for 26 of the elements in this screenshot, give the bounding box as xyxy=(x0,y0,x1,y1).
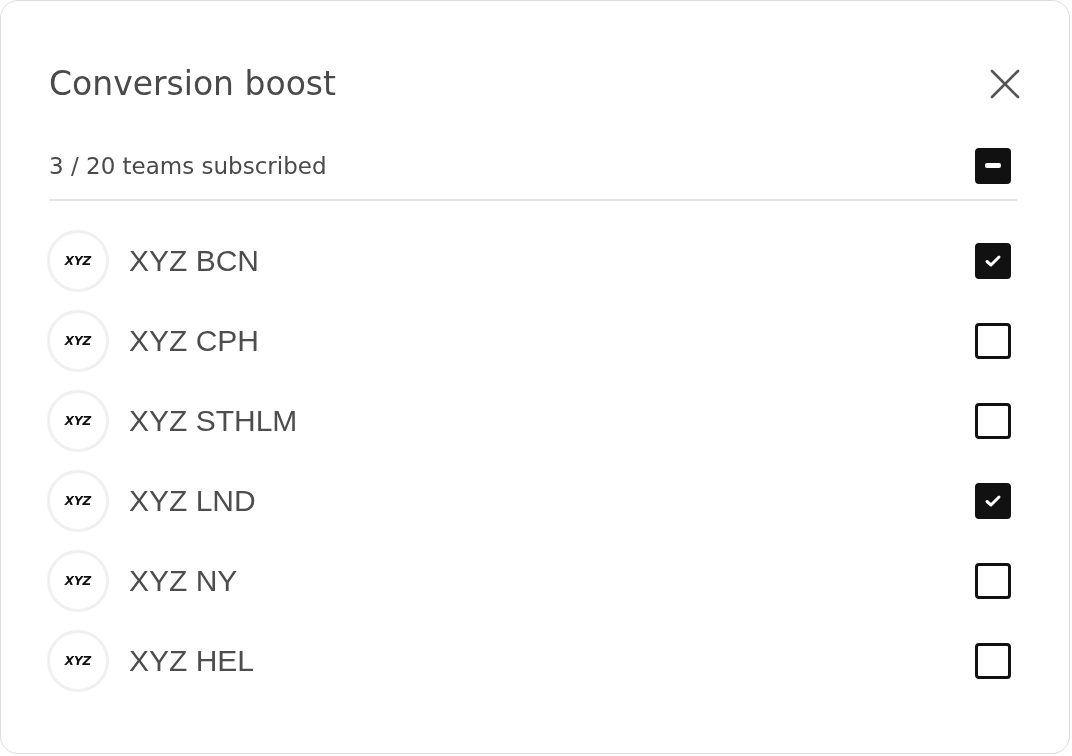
checkbox[interactable] xyxy=(975,243,1011,279)
team-name: XYZ LND xyxy=(129,484,257,518)
checkbox[interactable] xyxy=(975,563,1011,599)
checkbox[interactable] xyxy=(975,323,1011,359)
team-name: XYZ STHLM xyxy=(129,404,299,438)
checkbox[interactable] xyxy=(975,483,1011,519)
team-name: XYZ CPH xyxy=(129,324,261,358)
team-logo: XYZ xyxy=(47,470,109,532)
checkbox[interactable] xyxy=(975,403,1011,439)
team-logo: XYZ xyxy=(47,310,109,372)
team-logo: XYZ xyxy=(47,550,109,612)
team-name: XYZ NY xyxy=(129,564,239,598)
close-button[interactable] xyxy=(990,69,1020,99)
team-logo: XYZ xyxy=(47,390,109,452)
close-icon xyxy=(990,69,1020,99)
team-name: XYZ HEL xyxy=(129,644,256,678)
dialog-title: Conversion boost xyxy=(49,67,336,100)
checkmark-icon xyxy=(984,494,1002,508)
checkbox[interactable] xyxy=(975,148,1011,184)
team-logo: XYZ xyxy=(47,630,109,692)
subscription-count: 3 / 20 teams subscribed xyxy=(49,153,327,179)
checkbox[interactable] xyxy=(975,643,1011,679)
checkmark-icon xyxy=(984,254,1002,268)
team-name: XYZ BCN xyxy=(129,244,261,278)
minus-icon xyxy=(985,163,1001,169)
team-logo: XYZ xyxy=(47,230,109,292)
